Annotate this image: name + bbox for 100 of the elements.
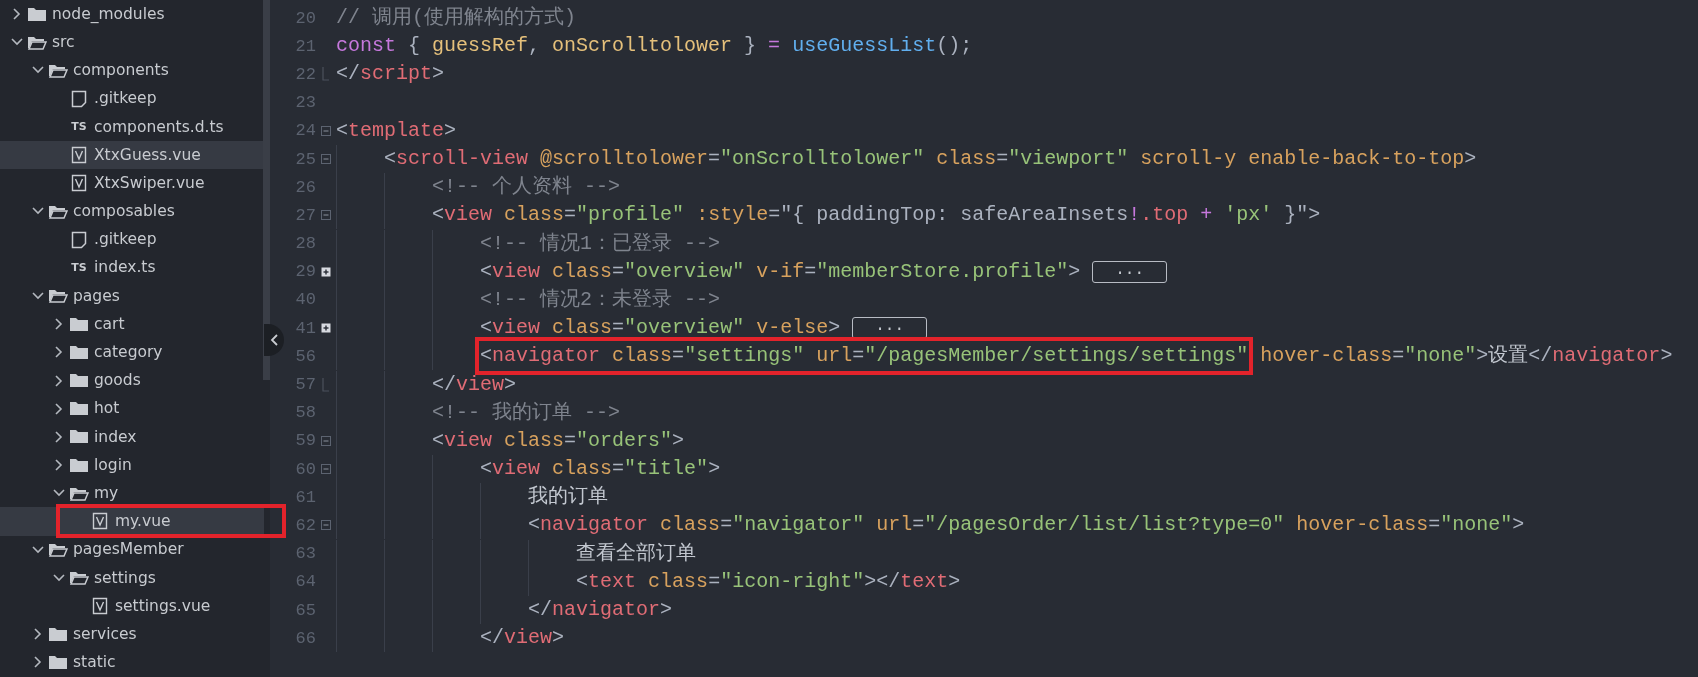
ts-file-icon: TS (71, 121, 87, 133)
code-line: <!-- 个人资料 --> (336, 173, 621, 202)
scrollbar-thumb[interactable] (263, 0, 270, 380)
tree-item[interactable]: node_modules (0, 0, 264, 29)
vue-file-icon (71, 174, 87, 193)
tree-item[interactable]: category (0, 338, 264, 367)
chevron-right-icon[interactable] (55, 346, 63, 359)
expand-icon[interactable] (321, 266, 331, 277)
tree-item[interactable]: settings.vue (0, 591, 264, 621)
vue-file-icon (92, 597, 108, 616)
open-folder-icon (69, 485, 89, 501)
file-name: XtxSwiper.vue (94, 173, 205, 193)
line-number: 28 (294, 234, 316, 254)
tree-item[interactable]: XtxSwiper.vue (0, 169, 264, 198)
line-number: 60 (294, 459, 316, 479)
file-name: my.vue (115, 512, 171, 531)
file-name: .gitkeep (94, 230, 157, 249)
chevron-down-icon[interactable] (32, 545, 44, 554)
line-number: 21 (294, 36, 316, 56)
ts-file-icon: TS (71, 262, 87, 274)
file-name: category (94, 343, 163, 362)
file-name: index.ts (94, 258, 156, 278)
code-line: <!-- 我的订单 --> (336, 398, 621, 427)
folder-icon (69, 373, 89, 389)
tree-item[interactable]: TS index.ts (0, 253, 264, 282)
line-number: 20 (294, 8, 316, 28)
tree-item[interactable]: index (0, 422, 264, 451)
file-name: cart (94, 314, 125, 334)
chevron-right-icon[interactable] (55, 374, 63, 387)
tree-item[interactable]: src (0, 28, 264, 57)
chevron-right-icon[interactable] (55, 402, 63, 415)
line-number: 64 (294, 572, 316, 592)
collapse-button[interactable] (264, 324, 284, 356)
line-number: 58 (294, 403, 316, 423)
line-number: 22 (294, 64, 316, 84)
line-number: 59 (294, 431, 316, 451)
tree-item[interactable]: components (0, 56, 264, 85)
tree-item[interactable]: static (0, 648, 264, 677)
folder-icon (27, 6, 47, 22)
code-line: <view class="overview" v-else> (336, 314, 841, 343)
folded-code-button[interactable]: ... (1092, 260, 1168, 283)
file-icon (71, 230, 87, 249)
line-number: 41 (294, 318, 316, 338)
chevron-right-icon[interactable] (55, 430, 63, 443)
code-line: const { guessRef, onScrolltolower } = useGuessList(); (336, 33, 973, 60)
tree-item[interactable]: XtxGuess.vue (0, 140, 264, 170)
tree-item[interactable]: cart (0, 310, 264, 339)
code-line: <view class="overview" v-if="memberStore.profile"> (336, 257, 1081, 286)
file-name: pagesMember (73, 540, 184, 559)
chevron-down-icon[interactable] (11, 38, 23, 47)
code-line: <!-- 情况1：已登录 --> (336, 229, 721, 258)
file-name: node_modules (52, 4, 165, 24)
chevron-down-icon[interactable] (32, 66, 44, 75)
line-number: 24 (294, 121, 316, 141)
line-number: 61 (294, 487, 316, 507)
file-name: .gitkeep (94, 89, 157, 108)
chevron-down-icon[interactable] (53, 573, 65, 582)
file-name: my (94, 484, 119, 503)
code-line: </view> (336, 624, 565, 653)
line-number: 40 (294, 290, 316, 310)
chevron-right-icon[interactable] (34, 628, 42, 641)
code-line: <view class="profile" :style="{ paddingTop: safeAreaInsets!.top + 'px' }"> (336, 201, 1321, 230)
tree-item[interactable]: composables (0, 197, 264, 226)
file-name: static (73, 653, 116, 672)
line-number: 63 (294, 544, 316, 564)
tree-item[interactable]: my.vue (0, 507, 264, 536)
file-name: hot (94, 399, 120, 418)
tree-item[interactable]: my (0, 479, 264, 508)
tree-item[interactable]: settings (0, 563, 264, 592)
chevron-right-icon[interactable] (55, 318, 63, 331)
code-line: </navigator> (336, 596, 673, 625)
tree-item[interactable]: services (0, 620, 264, 649)
code-line: <view class="orders"> (336, 426, 685, 455)
tree-item[interactable]: pages (0, 281, 264, 311)
file-name: index (94, 427, 137, 447)
expand-icon[interactable] (321, 323, 331, 334)
file-name: settings.vue (115, 596, 211, 616)
file-icon (71, 89, 87, 108)
folder-icon (48, 626, 68, 642)
tree-item[interactable]: TS components.d.ts (0, 112, 264, 141)
code-line: <scroll-view @scrolltolower="onScrolltolower" class="viewport" scroll-y enable-back-to-top> (336, 145, 1477, 174)
chevron-right-icon[interactable] (55, 459, 63, 472)
tree-item[interactable]: pagesMember (0, 535, 264, 564)
chevron-down-icon[interactable] (32, 207, 44, 216)
chevron-left-icon (270, 334, 278, 346)
tree-item[interactable]: hot (0, 394, 264, 423)
chevron-right-icon[interactable] (13, 8, 21, 21)
code-line: </script> (336, 61, 445, 88)
line-number: 65 (294, 600, 316, 620)
tree-item[interactable]: .gitkeep (0, 84, 264, 113)
file-name: components.d.ts (94, 117, 224, 137)
tree-item[interactable]: goods (0, 366, 264, 395)
chevron-down-icon[interactable] (32, 291, 44, 300)
vue-file-icon (92, 512, 108, 531)
code-line: 我的订单 (336, 483, 609, 512)
tree-item[interactable]: .gitkeep (0, 225, 264, 254)
chevron-down-icon[interactable] (53, 489, 65, 498)
line-number: 25 (294, 149, 316, 169)
tree-item[interactable]: login (0, 451, 264, 480)
chevron-right-icon[interactable] (34, 656, 42, 669)
